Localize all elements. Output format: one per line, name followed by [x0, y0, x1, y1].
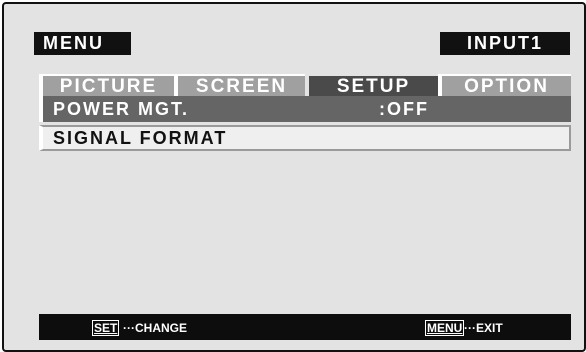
tab-option[interactable]: OPTION: [438, 74, 571, 97]
menu-item-value: :OFF: [379, 99, 429, 119]
menu-item-label: POWER MGT.: [53, 99, 189, 119]
status-bar: SET ···CHANGE MENU ···EXIT: [39, 314, 571, 340]
tab-screen[interactable]: SCREEN: [174, 74, 305, 97]
osd-screen: MENU INPUT1 PICTURE SCREEN SETUP OPTION …: [2, 2, 586, 352]
change-hint: ···CHANGE: [123, 321, 187, 335]
exit-hint: ···EXIT: [464, 321, 503, 335]
tab-picture[interactable]: PICTURE: [39, 74, 174, 97]
menu-item-label: SIGNAL FORMAT: [53, 128, 228, 148]
menu-item-signal-format[interactable]: SIGNAL FORMAT: [39, 125, 571, 151]
input-indicator: INPUT1: [440, 32, 570, 55]
menu-tabs: PICTURE SCREEN SETUP OPTION: [39, 74, 571, 97]
menu-title: MENU: [34, 32, 131, 55]
set-key-icon: SET: [92, 320, 120, 336]
menu-key-icon: MENU: [425, 320, 465, 336]
menu-item-power-mgt[interactable]: POWER MGT. :OFF: [39, 96, 571, 122]
tab-setup[interactable]: SETUP: [305, 74, 438, 97]
